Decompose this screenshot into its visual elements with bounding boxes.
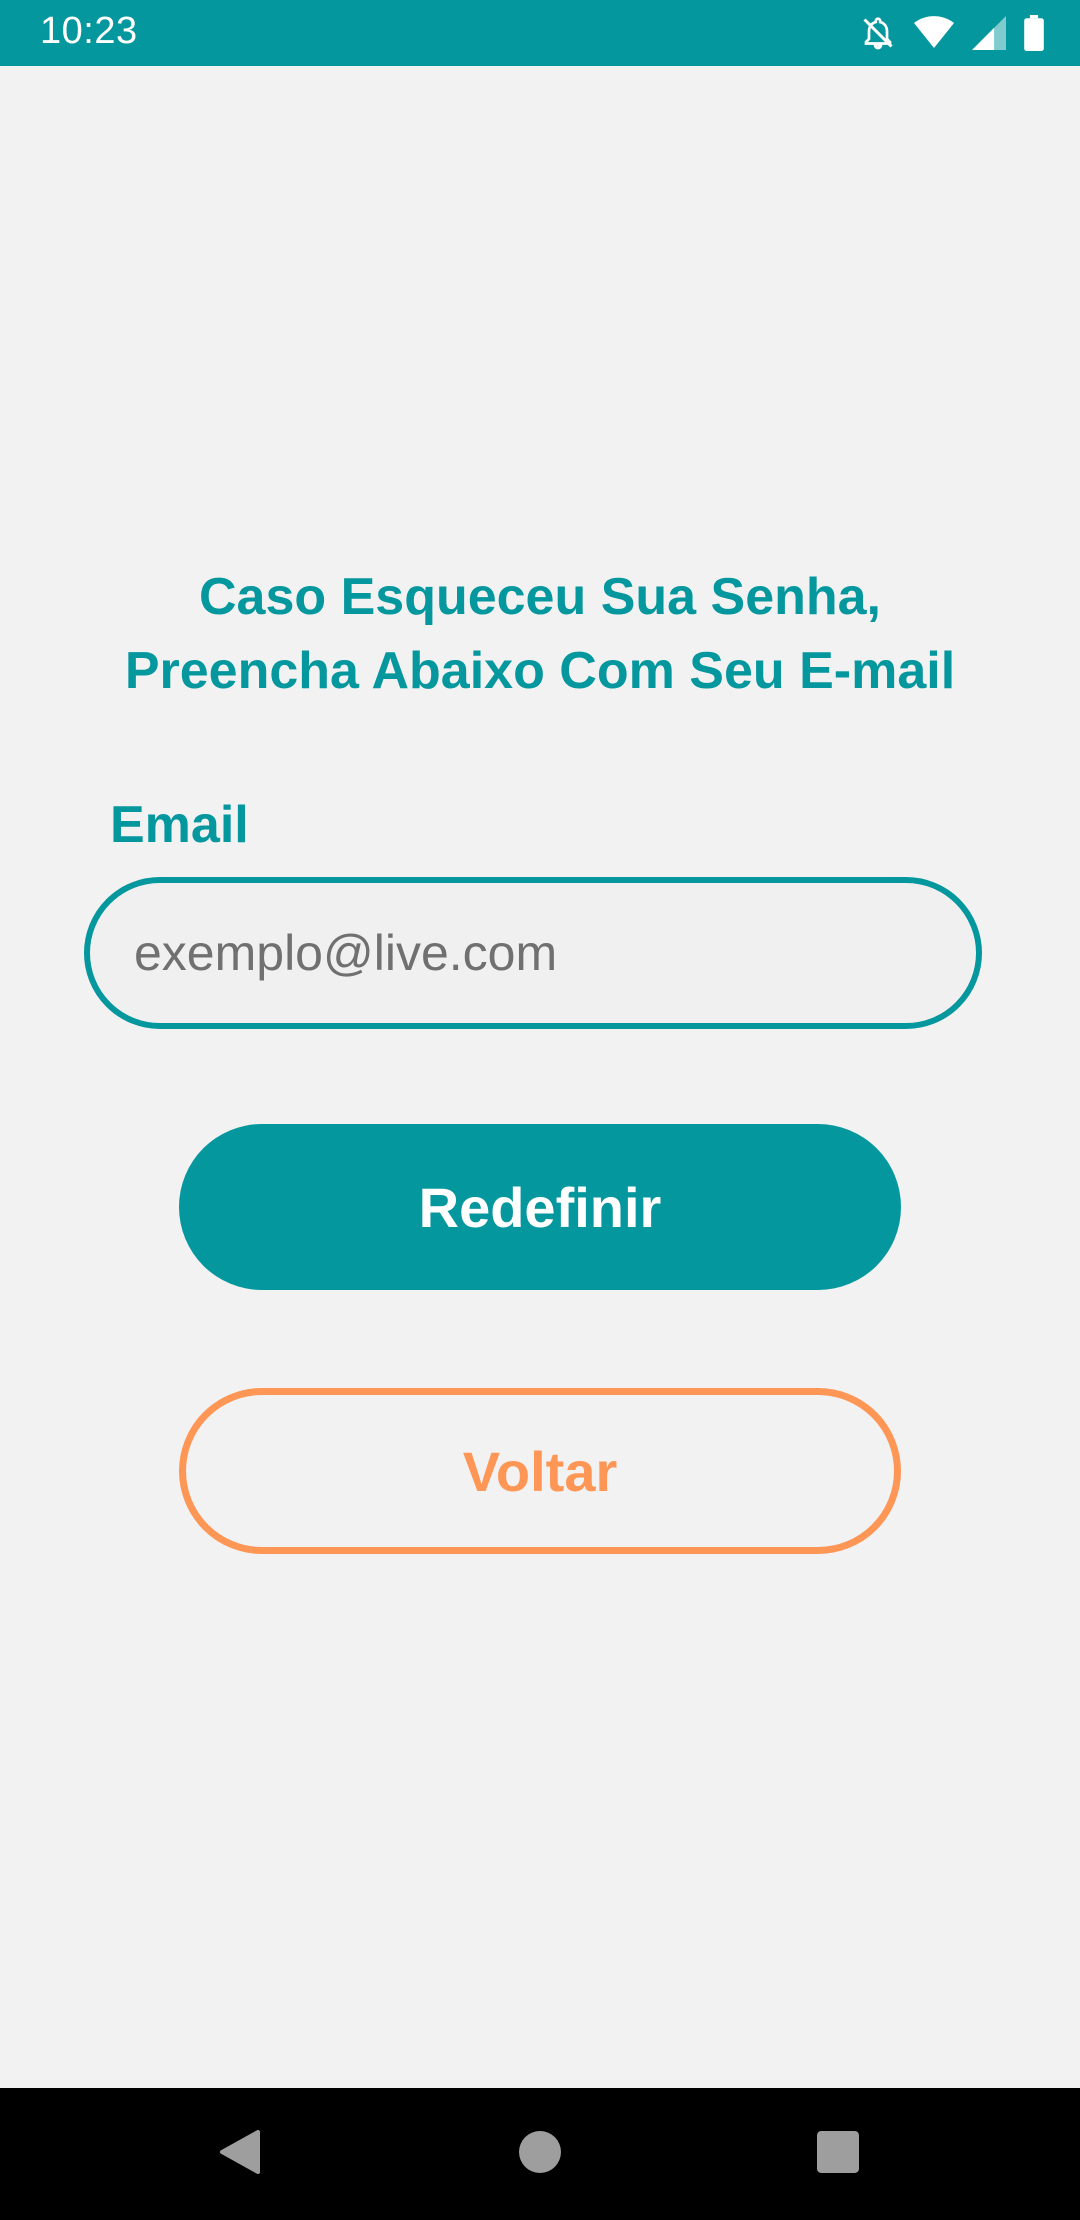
navigation-bar: [0, 2088, 1080, 2220]
nav-back-button[interactable]: [180, 2088, 300, 2220]
battery-icon: [1024, 15, 1044, 51]
status-icons: [860, 14, 1044, 52]
back-button[interactable]: Voltar: [179, 1388, 901, 1554]
notifications-off-icon: [860, 14, 896, 52]
nav-recents-button[interactable]: [778, 2088, 898, 2220]
back-icon: [218, 2128, 262, 2181]
email-field[interactable]: [84, 877, 982, 1029]
page-title-line1: Caso Esqueceu Sua Senha,: [198, 568, 882, 626]
status-time: 10:23: [40, 10, 138, 52]
signal-icon: [972, 16, 1006, 50]
nav-home-button[interactable]: [480, 2088, 600, 2220]
reset-button[interactable]: Redefinir: [179, 1124, 901, 1290]
page-title: Caso Esqueceu Sua Senha, Preencha Abaixo…: [0, 560, 1080, 708]
recents-icon: [817, 2130, 859, 2178]
page-title-line2: Preencha Abaixo Com Seu E-mail: [124, 642, 956, 700]
home-icon: [519, 2130, 561, 2178]
email-label: Email: [110, 796, 249, 854]
status-bar: 10:23: [0, 0, 1080, 66]
wifi-icon: [914, 16, 954, 50]
